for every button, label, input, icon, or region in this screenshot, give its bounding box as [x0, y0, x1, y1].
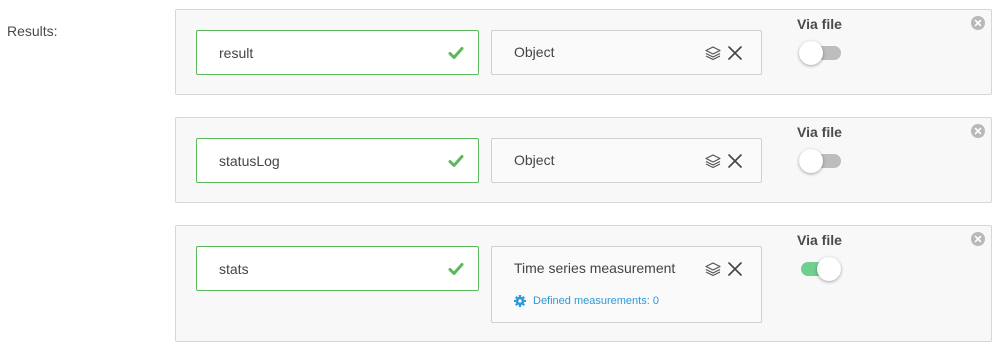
- layers-icon[interactable]: [705, 261, 721, 277]
- via-file-toggle[interactable]: [799, 148, 843, 174]
- result-name-field[interactable]: [196, 246, 479, 291]
- result-name-input[interactable]: [219, 247, 439, 290]
- defined-measurements-link[interactable]: Defined measurements: 0: [514, 295, 659, 307]
- result-name-input[interactable]: [219, 139, 439, 182]
- circle-close-icon[interactable]: [971, 16, 985, 30]
- results-label: Results:: [7, 23, 58, 39]
- via-file-label: Via file: [797, 124, 842, 140]
- result-name-input[interactable]: [219, 31, 439, 74]
- layers-icon[interactable]: [705, 153, 721, 169]
- result-type-label: Object: [514, 152, 555, 168]
- result-type-label: Object: [514, 44, 555, 60]
- result-type-select[interactable]: Time series measurement Defined measurem…: [491, 246, 762, 323]
- toggle-knob: [817, 257, 841, 281]
- result-type-select[interactable]: Object: [491, 138, 762, 183]
- layers-icon[interactable]: [705, 45, 721, 61]
- result-name-field[interactable]: [196, 30, 479, 75]
- circle-close-icon[interactable]: [971, 124, 985, 138]
- check-icon: [448, 47, 464, 59]
- result-row: Object Via file: [175, 9, 992, 95]
- result-row: Object Via file: [175, 117, 992, 203]
- via-file-label: Via file: [797, 16, 842, 32]
- check-icon: [448, 155, 464, 167]
- result-name-field[interactable]: [196, 138, 479, 183]
- close-icon[interactable]: [728, 154, 742, 168]
- check-icon: [448, 263, 464, 275]
- close-icon[interactable]: [728, 46, 742, 60]
- via-file-toggle[interactable]: [799, 256, 843, 282]
- circle-close-icon[interactable]: [971, 232, 985, 246]
- close-icon[interactable]: [728, 262, 742, 276]
- result-type-label: Time series measurement: [514, 260, 676, 276]
- via-file-label: Via file: [797, 232, 842, 248]
- toggle-knob: [799, 149, 823, 173]
- toggle-knob: [799, 41, 823, 65]
- result-row: Time series measurement Defined measurem…: [175, 225, 992, 342]
- via-file-toggle[interactable]: [799, 40, 843, 66]
- result-type-select[interactable]: Object: [491, 30, 762, 75]
- gear-icon: [514, 295, 526, 307]
- defined-measurements-text: Defined measurements: 0: [533, 295, 659, 307]
